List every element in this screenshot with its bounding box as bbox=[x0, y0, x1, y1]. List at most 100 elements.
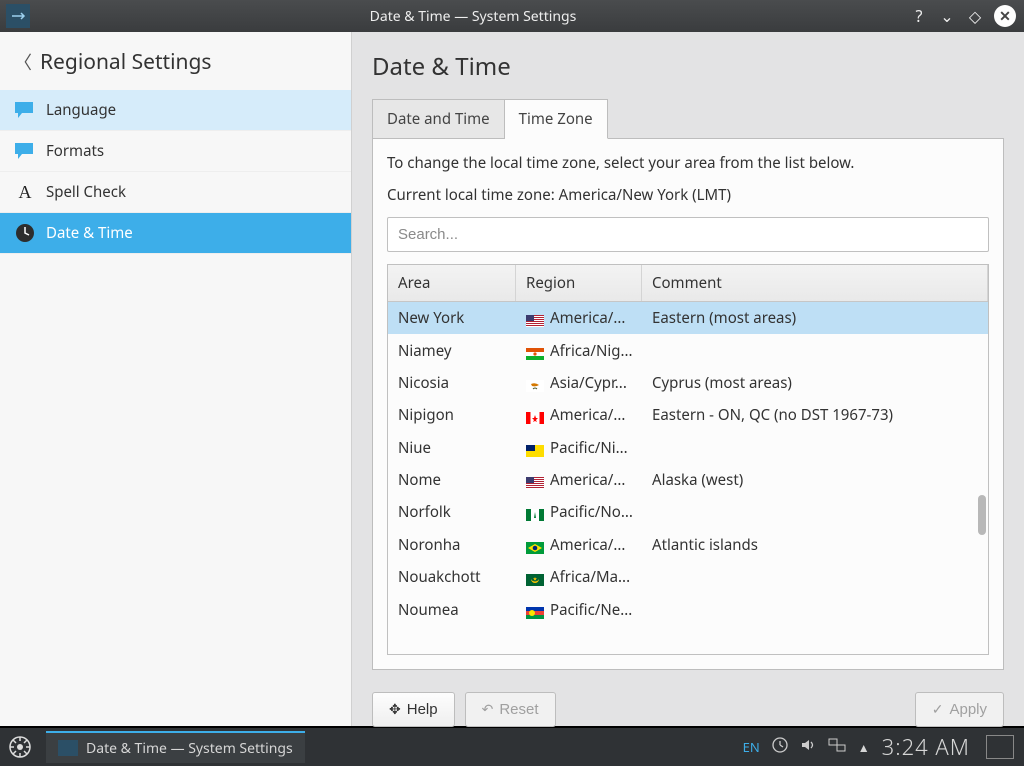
button-label: Help bbox=[407, 701, 438, 718]
help-button[interactable]: ✥ Help bbox=[372, 692, 455, 727]
cell-area: Norfolk bbox=[388, 496, 516, 528]
volume-icon[interactable] bbox=[800, 737, 816, 758]
button-label: Apply bbox=[949, 701, 987, 718]
undo-icon: ↶ bbox=[482, 701, 494, 718]
tab-time-zone[interactable]: Time Zone bbox=[505, 99, 608, 139]
cell-comment: Eastern (most areas) bbox=[642, 302, 988, 334]
cell-region: Pacific/Ni... bbox=[516, 432, 642, 464]
sidebar-item-label: Date & Time bbox=[46, 223, 133, 243]
close-icon[interactable]: ✕ bbox=[994, 5, 1016, 27]
cell-region: Africa/Nig... bbox=[516, 334, 642, 366]
flag-icon bbox=[526, 442, 544, 454]
sidebar-back[interactable]: 〈 Regional Settings bbox=[0, 32, 351, 90]
apply-button[interactable]: ✓ Apply bbox=[915, 692, 1004, 727]
help-icon[interactable]: ? bbox=[910, 5, 928, 27]
cell-comment: Eastern - ON, QC (no DST 1967-73) bbox=[642, 399, 988, 431]
table-row[interactable]: NiameyAfrica/Nig... bbox=[388, 334, 988, 366]
sidebar-header-label: Regional Settings bbox=[40, 48, 212, 76]
maximize-icon[interactable]: ◇ bbox=[966, 5, 984, 27]
tab-date-and-time[interactable]: Date and Time bbox=[372, 99, 505, 139]
flag-icon bbox=[526, 604, 544, 616]
cell-comment bbox=[642, 571, 988, 583]
chevron-left-icon: 〈 bbox=[14, 49, 32, 75]
cell-comment: Alaska (west) bbox=[642, 464, 988, 496]
cell-area: Noronha bbox=[388, 529, 516, 561]
cell-area: Nouakchott bbox=[388, 561, 516, 593]
taskbar: Date & Time — System Settings EN ▲ 3:24 … bbox=[0, 726, 1024, 766]
sidebar-item-label: Formats bbox=[46, 141, 104, 161]
table-row[interactable]: NicosiaAsia/Cypr...Cyprus (most areas) bbox=[388, 367, 988, 399]
speech-bubble-icon bbox=[14, 100, 36, 120]
table-row[interactable]: NoronhaAmerica/...Atlantic islands bbox=[388, 529, 988, 561]
app-icon bbox=[58, 740, 78, 756]
cell-region: America/... bbox=[516, 399, 642, 431]
cell-region: Asia/Cypr... bbox=[516, 367, 642, 399]
current-timezone-text: Current local time zone: America/New Yor… bbox=[387, 185, 989, 205]
button-label: Reset bbox=[499, 701, 538, 718]
window-titlebar: Date & Time — System Settings ? ⌄ ◇ ✕ bbox=[0, 0, 1024, 32]
keyboard-layout-indicator[interactable]: EN bbox=[743, 738, 760, 756]
sidebar-item-formats[interactable]: Formats bbox=[0, 131, 351, 172]
sidebar-item-language[interactable]: Language bbox=[0, 90, 351, 131]
tray-expand-icon[interactable]: ▲ bbox=[858, 739, 870, 756]
clock-icon bbox=[14, 223, 36, 243]
reset-button[interactable]: ↶ Reset bbox=[465, 692, 556, 727]
sidebar-item-label: Spell Check bbox=[46, 182, 126, 202]
sidebar-item-spellcheck[interactable]: A Spell Check bbox=[0, 172, 351, 213]
cell-area: Nome bbox=[388, 464, 516, 496]
cell-area: Niue bbox=[388, 432, 516, 464]
window-title: Date & Time — System Settings bbox=[36, 7, 910, 26]
check-icon: ✓ bbox=[932, 701, 944, 718]
flag-icon bbox=[526, 345, 544, 357]
cell-comment bbox=[642, 506, 988, 518]
column-region[interactable]: Region bbox=[516, 265, 642, 301]
taskbar-item-systemsettings[interactable]: Date & Time — System Settings bbox=[46, 731, 305, 763]
table-row[interactable]: NoumeaPacific/Ne... bbox=[388, 593, 988, 625]
flag-icon bbox=[526, 474, 544, 486]
cell-region: Pacific/No... bbox=[516, 496, 642, 528]
cell-area: Niamey bbox=[388, 334, 516, 366]
clock[interactable]: 3:24 AM bbox=[882, 732, 970, 762]
app-icon bbox=[6, 4, 30, 28]
sidebar-item-datetime[interactable]: Date & Time bbox=[0, 213, 351, 254]
system-tray: EN ▲ 3:24 AM bbox=[743, 732, 1024, 762]
table-row[interactable]: New YorkAmerica/...Eastern (most areas) bbox=[388, 302, 988, 334]
speech-bubble-icon bbox=[14, 141, 36, 161]
show-desktop-button[interactable] bbox=[986, 735, 1014, 759]
minimize-icon[interactable]: ⌄ bbox=[938, 5, 956, 27]
flag-icon bbox=[526, 506, 544, 518]
table-row[interactable]: NipigonAmerica/...Eastern - ON, QC (no D… bbox=[388, 399, 988, 431]
cell-comment: Cyprus (most areas) bbox=[642, 367, 988, 399]
cell-region: Africa/Ma... bbox=[516, 561, 642, 593]
search-input[interactable] bbox=[387, 217, 989, 252]
column-area[interactable]: Area bbox=[388, 265, 516, 301]
cell-comment bbox=[642, 344, 988, 356]
cell-region: America/... bbox=[516, 464, 642, 496]
table-row[interactable]: NorfolkPacific/No... bbox=[388, 496, 988, 528]
updates-icon[interactable] bbox=[772, 737, 788, 758]
sidebar-item-label: Language bbox=[46, 100, 116, 120]
cell-area: Nicosia bbox=[388, 367, 516, 399]
table-row[interactable]: NiuePacific/Ni... bbox=[388, 432, 988, 464]
button-bar: ✥ Help ↶ Reset ✓ Apply bbox=[372, 680, 1004, 727]
network-icon[interactable] bbox=[828, 738, 846, 757]
cell-area: Nipigon bbox=[388, 399, 516, 431]
flag-icon bbox=[526, 312, 544, 324]
tabs: Date and Time Time Zone bbox=[372, 99, 1004, 138]
letter-a-icon: A bbox=[14, 182, 36, 202]
page-title: Date & Time bbox=[372, 50, 1004, 83]
table-row[interactable]: NomeAmerica/...Alaska (west) bbox=[388, 464, 988, 496]
cell-comment bbox=[642, 603, 988, 615]
table-row[interactable]: NouakchottAfrica/Ma... bbox=[388, 561, 988, 593]
taskbar-item-label: Date & Time — System Settings bbox=[86, 739, 293, 758]
start-button[interactable] bbox=[0, 727, 40, 766]
table-header: Area Region Comment bbox=[388, 265, 988, 302]
column-comment[interactable]: Comment bbox=[642, 265, 988, 301]
flag-icon bbox=[526, 571, 544, 583]
content-area: 〈 Regional Settings Language Formats A S… bbox=[0, 32, 1024, 726]
flag-icon bbox=[526, 377, 544, 389]
scrollbar-thumb[interactable] bbox=[978, 495, 986, 535]
cell-region: America/... bbox=[516, 302, 642, 334]
flag-icon bbox=[526, 539, 544, 551]
cell-area: Noumea bbox=[388, 593, 516, 625]
